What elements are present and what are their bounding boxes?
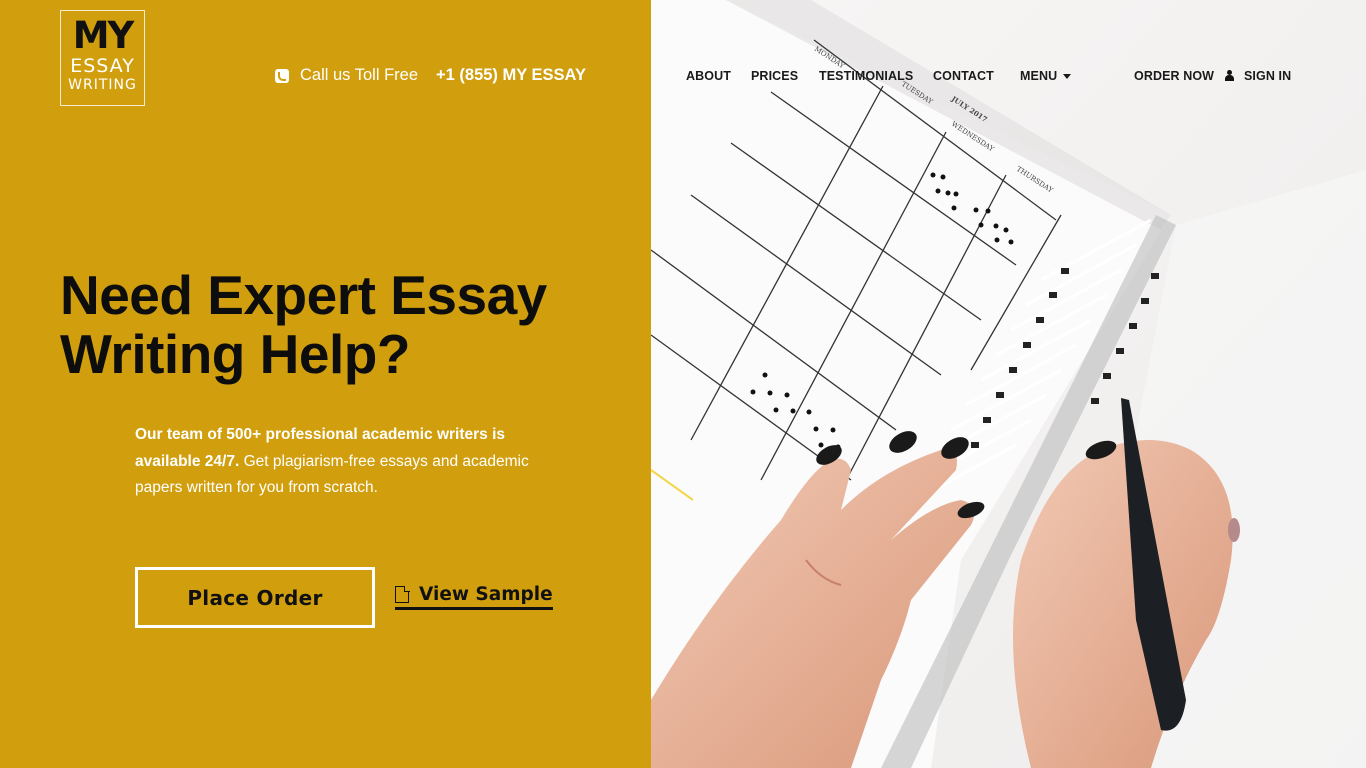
nav-testimonials[interactable]: TESTIMONIALS — [819, 69, 913, 83]
caret-down-icon — [1063, 74, 1072, 80]
nav-about[interactable]: ABOUT — [686, 69, 731, 83]
hero-photo-panel: MONDAY TUESDAY JULY 2017 WEDNESDAY THURS… — [651, 0, 1366, 768]
hero-description: Our team of 500+ professional academic w… — [135, 422, 555, 502]
main-nav: ABOUT PRICES TESTIMONIALS CONTACT MENU O… — [0, 69, 1366, 85]
view-sample-link[interactable]: View Sample — [395, 584, 553, 610]
nav-contact[interactable]: CONTACT — [933, 69, 994, 83]
site-logo[interactable]: MY ESSAY WRITING — [60, 10, 145, 106]
user-icon — [1225, 70, 1234, 81]
hero-photo: MONDAY TUESDAY JULY 2017 WEDNESDAY THURS… — [651, 0, 1366, 768]
pdf-file-icon — [395, 585, 410, 603]
place-order-button[interactable]: Place Order — [135, 567, 375, 628]
nav-sign-in[interactable]: SIGN IN — [1225, 69, 1291, 83]
sign-in-label: SIGN IN — [1244, 69, 1292, 83]
nav-menu-label: MENU — [1020, 69, 1058, 83]
view-sample-label: View Sample — [419, 584, 553, 605]
hero-title-line2: Writing Help? — [60, 323, 410, 385]
hero-title: Need Expert Essay Writing Help? — [60, 266, 547, 384]
logo-my-text: MY — [72, 14, 135, 57]
hero-left-panel: MY ESSAY WRITING Call us Toll Free +1 (8… — [0, 0, 651, 768]
nav-prices[interactable]: PRICES — [751, 69, 798, 83]
nav-order-now[interactable]: ORDER NOW — [1134, 69, 1214, 83]
hero-title-line1: Need Expert Essay — [60, 264, 547, 326]
nav-menu-dropdown[interactable]: MENU — [1020, 69, 1072, 83]
